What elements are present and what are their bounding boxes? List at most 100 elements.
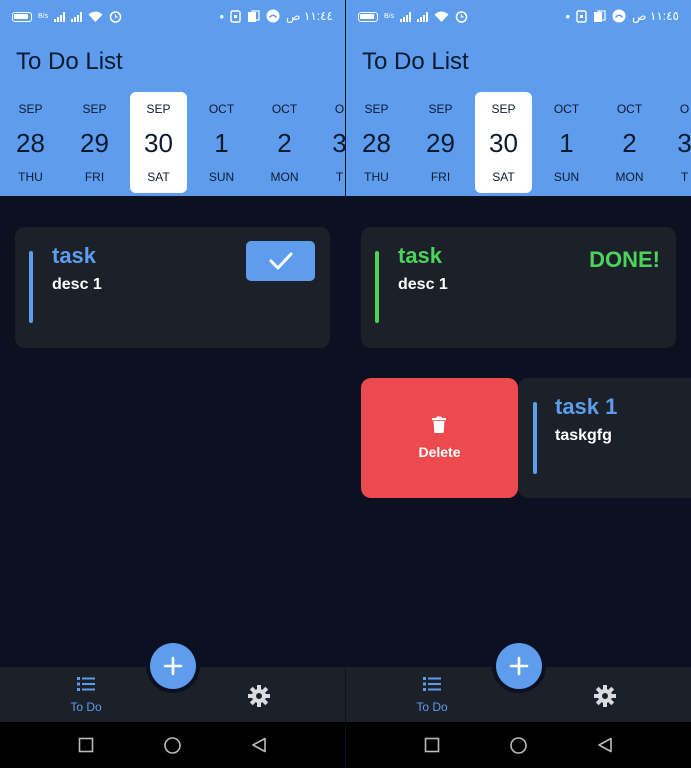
system-navigation-bar [0,722,345,768]
date-item[interactable]: SEP 28 THU [2,92,59,193]
alarm-icon [109,11,122,23]
task-color-bar [29,251,33,323]
date-number: 1 [559,128,574,158]
add-task-button[interactable] [150,643,196,689]
home-button[interactable] [510,737,527,754]
date-weekday: THU [18,170,43,184]
screen-right: B/s • ١١:٤٥ ص To Do List SEP 28 THU SEP … [346,0,691,768]
date-weekday: MON [615,170,644,184]
wifi-icon [88,11,103,22]
home-button[interactable] [164,737,181,754]
date-month: SEP [428,102,453,116]
settings-button[interactable] [244,681,274,711]
task-color-bar [375,251,379,323]
date-item[interactable]: SEP 29 FRI [412,92,469,193]
system-navigation-bar [346,722,691,768]
settings-button[interactable] [590,681,620,711]
task-card-swiped[interactable]: task 1 taskgfg [518,378,691,498]
task-title: task 1 [555,394,618,419]
task-card[interactable]: task desc 1 [15,227,330,348]
list-icon [423,677,441,691]
date-month: SEP [146,102,171,116]
date-item-partial[interactable]: O 3 T [311,92,345,193]
date-strip[interactable]: SEP 28 THU SEP 29 FRI SEP 30 SAT OCT 1 S… [346,90,691,194]
data-rate: B/s [384,13,395,20]
date-weekday: FRI [430,170,451,184]
task-title: task [398,243,443,268]
date-month: SEP [82,102,107,116]
task-description: desc 1 [398,276,448,293]
date-month: SEP [18,102,43,116]
signal-icon-2 [417,11,429,22]
delete-task-button[interactable]: Delete [361,378,518,498]
date-item-partial[interactable]: O 3 T [656,92,691,193]
alarm-icon [455,11,468,23]
date-weekday: SAT [147,170,170,184]
dot-icon: • [219,8,225,24]
date-weekday: FRI [84,170,105,184]
date-number: 28 [16,128,45,158]
app-notification-icon [594,9,606,22]
back-button[interactable] [251,737,267,753]
date-item-selected[interactable]: SEP 30 SAT [130,92,187,193]
nav-todo-tab[interactable]: To Do [55,675,117,717]
date-item[interactable]: OCT 1 SUN [538,92,595,193]
date-item-selected[interactable]: SEP 30 SAT [475,92,532,193]
date-number: 2 [622,128,637,158]
date-number: 3 [677,128,691,158]
sim-icon [576,9,587,23]
app-title: To Do List [362,48,469,75]
date-number: 2 [277,128,292,158]
plus-icon [509,656,529,676]
date-number: 30 [489,128,518,158]
recents-button[interactable] [424,737,440,753]
date-weekday: T [680,170,689,184]
battery-icon [12,11,32,22]
date-number: 3 [332,128,345,158]
date-month: O [679,102,690,116]
status-bar: B/s • ١١:٤٤ ص [0,0,345,34]
date-item[interactable]: OCT 2 MON [256,92,313,193]
task-color-bar [533,402,537,474]
date-month: SEP [364,102,389,116]
task-description: taskgfg [555,427,612,444]
date-item[interactable]: OCT 2 MON [601,92,658,193]
date-strip[interactable]: SEP 28 THU SEP 29 FRI SEP 30 SAT OCT 1 S… [0,90,345,194]
add-task-button[interactable] [496,643,542,689]
date-item[interactable]: OCT 1 SUN [193,92,250,193]
signal-icon [54,11,66,22]
recents-button[interactable] [78,737,94,753]
sim-icon [230,9,241,23]
status-time: ١١:٤٥ ص [632,9,679,23]
date-weekday: SUN [208,170,235,184]
list-icon [77,677,95,691]
status-time: ١١:٤٤ ص [286,9,333,23]
date-item[interactable]: SEP 29 FRI [66,92,123,193]
app-header: B/s • ١١:٤٤ ص To Do List SEP 28 THU SEP … [0,0,345,196]
app-notification-icon [248,9,260,22]
task-card-done[interactable]: task desc 1 DONE! [361,227,676,348]
screen-left: B/s • ١١:٤٤ ص To Do List SEP 28 THU SEP … [0,0,345,768]
date-number: 29 [426,128,455,158]
date-weekday: T [335,170,344,184]
date-weekday: THU [364,170,389,184]
date-month: SEP [491,102,516,116]
date-item[interactable]: SEP 28 THU [348,92,405,193]
date-weekday: SUN [553,170,580,184]
app-header: B/s • ١١:٤٥ ص To Do List SEP 28 THU SEP … [346,0,691,196]
task-description: desc 1 [52,276,102,293]
mark-done-button[interactable] [246,241,315,281]
done-status-label: DONE! [589,247,660,272]
gear-icon [594,685,616,707]
date-month: OCT [616,102,643,116]
date-number: 29 [80,128,109,158]
status-bar: B/s • ١١:٤٥ ص [346,0,691,34]
nav-todo-tab[interactable]: To Do [401,675,463,717]
date-weekday: MON [270,170,299,184]
back-button[interactable] [597,737,613,753]
nav-todo-label: To Do [416,700,448,714]
nav-todo-label: To Do [70,700,102,714]
signal-icon [400,11,412,22]
date-month: OCT [553,102,580,116]
date-month: O [334,102,345,116]
